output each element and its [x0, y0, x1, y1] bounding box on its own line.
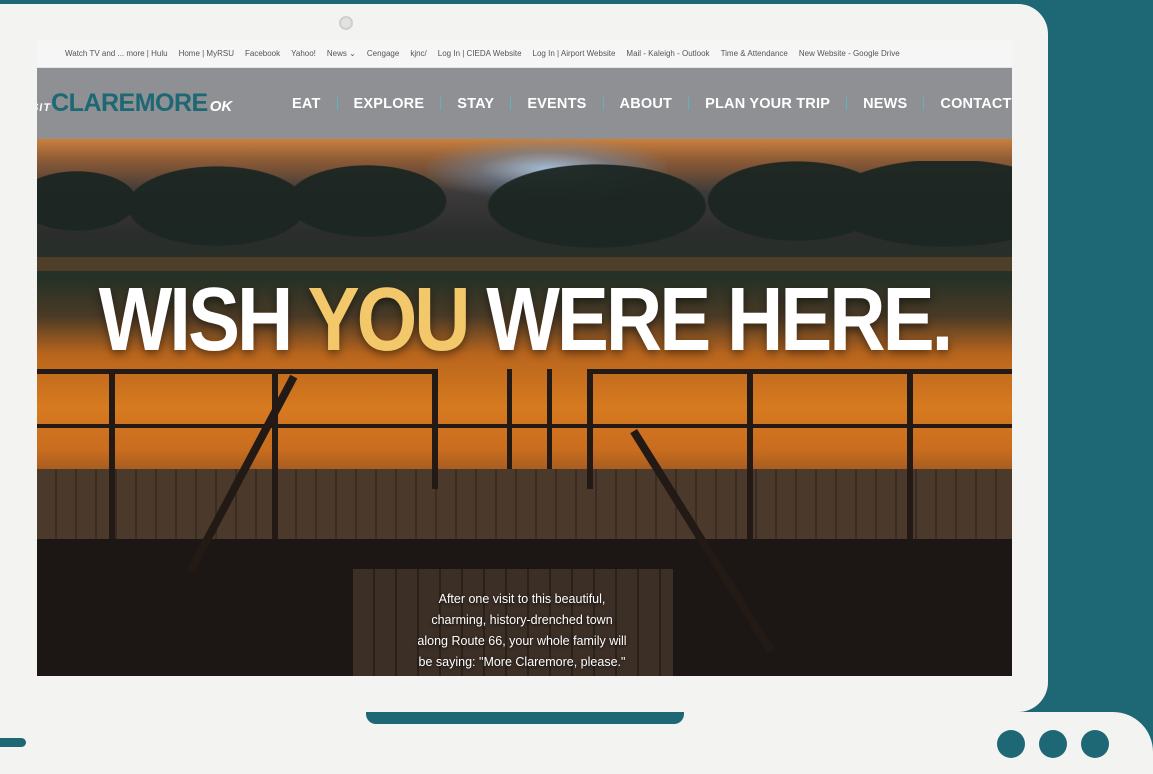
nav-divider: [602, 97, 604, 110]
dock-post: [432, 369, 438, 489]
bookmark-yahoo[interactable]: Yahoo!: [291, 49, 316, 58]
nav-about[interactable]: ABOUT: [620, 96, 673, 112]
browser-screen: Watch TV and ... more | Hulu Home | MyRS…: [37, 40, 1012, 676]
dot-icon: [997, 730, 1025, 758]
dot-icon: [1081, 730, 1109, 758]
site-logo[interactable]: SIT CLAREMORE OK: [37, 89, 232, 118]
nav-divider: [440, 97, 442, 110]
headline-start: WISH: [98, 268, 308, 370]
nav-explore[interactable]: EXPLORE: [354, 96, 425, 112]
nav-divider: [336, 97, 338, 110]
hero-banner: WISH YOU WERE HERE. After one visit to t…: [37, 139, 1012, 676]
dock-post: [109, 369, 115, 539]
dot-icon: [1039, 730, 1067, 758]
headline-end: WERE HERE.: [467, 268, 953, 370]
site-header: SIT CLAREMORE OK EAT EXPLORE STAY EVENTS…: [37, 68, 1012, 139]
headline-accent: YOU: [307, 268, 471, 370]
bookmark-kjnc[interactable]: kjnc/: [410, 49, 426, 58]
nav-events[interactable]: EVENTS: [527, 96, 586, 112]
bookmark-cengage[interactable]: Cengage: [367, 49, 399, 58]
nav-divider: [688, 97, 690, 110]
tagline-line: charming, history-drenched town: [431, 613, 613, 627]
hero-headline: WISH YOU WERE HERE.: [37, 267, 1012, 372]
logo-prefix: SIT: [37, 102, 53, 114]
bookmarks-bar: Watch TV and ... more | Hulu Home | MyRS…: [37, 40, 1012, 68]
dock-post: [587, 369, 593, 489]
camera-icon: [339, 16, 353, 30]
dock-post: [272, 369, 278, 539]
bookmark-news-label: News: [326, 49, 347, 58]
nav-divider: [923, 97, 925, 110]
bookmark-airport[interactable]: Log In | Airport Website: [533, 49, 616, 58]
main-menu: EAT EXPLORE STAY EVENTS ABOUT PLAN YOUR …: [292, 68, 1012, 139]
nav-stay[interactable]: STAY: [457, 96, 494, 112]
dock-post: [547, 369, 552, 469]
hero-tagline: After one visit to this beautiful, charm…: [392, 589, 652, 673]
nav-plan-your-trip[interactable]: PLAN YOUR TRIP: [705, 96, 830, 112]
dock-post: [507, 369, 512, 469]
dock-railing: [37, 424, 1012, 428]
nav-divider: [510, 97, 512, 110]
decorative-dots: [997, 730, 1109, 758]
laptop-side-notch: [0, 738, 26, 747]
nav-news[interactable]: NEWS: [863, 96, 907, 112]
treeline-silhouette: [37, 161, 1012, 251]
nav-divider: [846, 97, 848, 110]
dock-post: [907, 369, 913, 539]
bookmark-hulu[interactable]: Watch TV and ... more | Hulu: [65, 49, 168, 58]
bookmark-news-folder[interactable]: News ⌄: [327, 49, 356, 58]
laptop-hinge-notch: [366, 712, 684, 724]
dock-post: [747, 369, 753, 539]
bookmark-time-attendance[interactable]: Time & Attendance: [721, 49, 788, 58]
logo-wordmark: CLAREMORE: [51, 89, 208, 117]
chevron-down-icon: ⌄: [349, 49, 356, 58]
bookmark-myrsu[interactable]: Home | MyRSU: [179, 49, 234, 58]
tagline-line: After one visit to this beautiful,: [438, 592, 606, 606]
nav-eat[interactable]: EAT: [292, 96, 321, 112]
tagline-line: be saying: "More Claremore, please.": [418, 655, 626, 669]
bookmark-google-drive[interactable]: New Website - Google Drive: [799, 49, 900, 58]
logo-suffix: OK: [209, 98, 233, 115]
tagline-line: along Route 66, your whole family will: [417, 634, 627, 648]
nav-contact-us[interactable]: CONTACT US: [940, 96, 1012, 112]
bookmark-outlook[interactable]: Mail - Kaleigh - Outlook: [626, 49, 709, 58]
bookmark-facebook[interactable]: Facebook: [245, 49, 280, 58]
bookmark-cieda[interactable]: Log In | CIEDA Website: [438, 49, 522, 58]
